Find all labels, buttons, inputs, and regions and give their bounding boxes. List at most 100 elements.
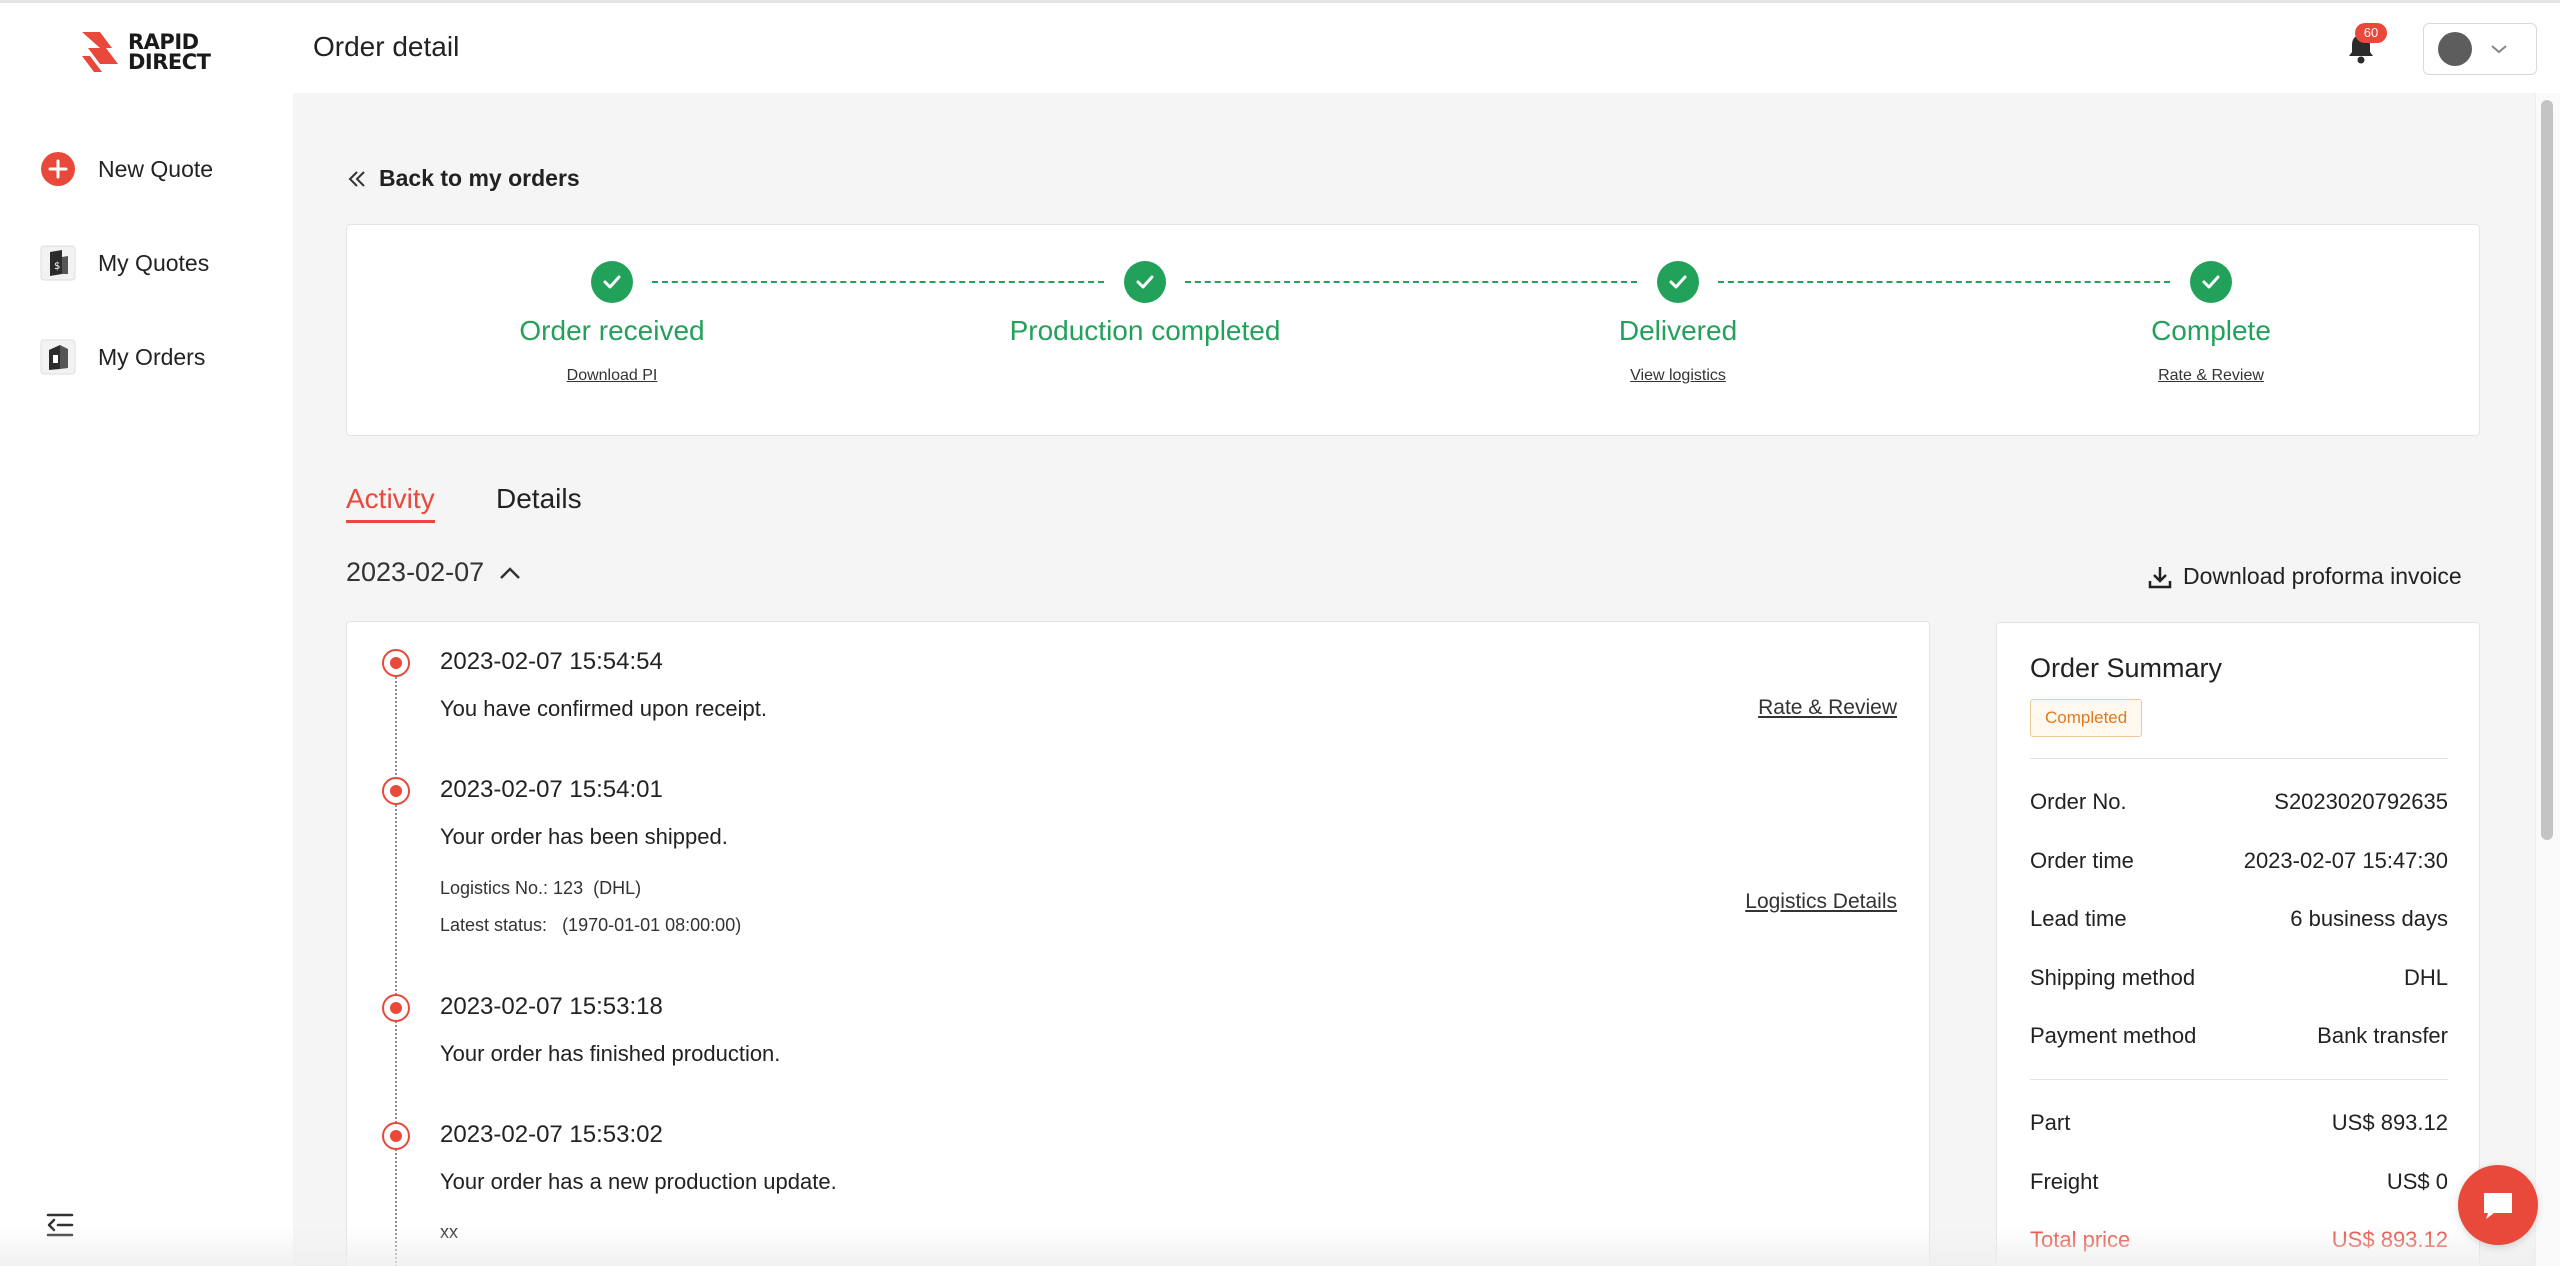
- download-proforma-invoice-button[interactable]: Download proforma invoice: [2147, 563, 2462, 590]
- row-value: Bank transfer: [2317, 1023, 2448, 1048]
- summary-row-payment-method: Payment method Bank transfer: [2030, 1023, 2448, 1049]
- divider: [2030, 1079, 2448, 1080]
- summary-title: Order Summary: [2030, 653, 2223, 683]
- row-value: DHL: [2403, 965, 2448, 990]
- timeline-dot: [382, 1122, 410, 1150]
- double-chevron-left-icon: [348, 170, 365, 187]
- rate-review-link[interactable]: Rate & Review: [1758, 696, 1897, 720]
- brand-wordmark: RAPID DIRECT: [128, 32, 211, 74]
- top-header: Order detail 60: [293, 3, 2560, 93]
- logistics-details-link[interactable]: Logistics Details: [1745, 890, 1897, 914]
- summary-row-shipping-method: Shipping method DHL: [2030, 965, 2448, 991]
- logistics-number: Logistics No.: 123 (DHL): [440, 878, 642, 898]
- timeline-dot: [382, 777, 410, 805]
- notification-count-badge: 60: [2355, 23, 2387, 43]
- step-delivered: Delivered View logistics: [1508, 261, 1848, 385]
- activity-date-toggle[interactable]: 2023-02-07: [346, 557, 522, 588]
- view-logistics-link[interactable]: View logistics: [1630, 367, 1726, 385]
- step-production-completed: Production completed: [975, 261, 1315, 347]
- order-progress-tracker: Order received Download PI Production co…: [346, 224, 2480, 436]
- step-label: Complete: [2151, 315, 2271, 346]
- event-message: Your order has been shipped.: [440, 824, 728, 849]
- chat-bubble-icon: [2484, 1193, 2512, 1219]
- rapid-direct-logo-icon: [82, 32, 118, 72]
- activity-timeline: 2023-02-07 15:54:54 You have confirmed u…: [346, 621, 1930, 1266]
- row-value: S2023020792635: [2274, 789, 2448, 814]
- avatar: [2438, 32, 2472, 66]
- sidebar: RAPID DIRECT New Quote $ My Quotes My Or…: [0, 3, 293, 1266]
- sidebar-item-label: My Quotes: [98, 249, 210, 276]
- step-label: Order received: [519, 315, 705, 346]
- row-value: US$ 0: [2386, 1169, 2448, 1194]
- row-label: Lead time: [2030, 906, 2127, 931]
- chevron-up-icon: [500, 566, 521, 579]
- step-complete: Complete Rate & Review: [2041, 261, 2381, 385]
- summary-row-order-no: Order No. S2023020792635: [2030, 789, 2448, 815]
- check-circle-icon: [591, 261, 633, 303]
- summary-row-freight: Freight US$ 0: [2030, 1169, 2448, 1195]
- row-label: Total price: [2030, 1227, 2131, 1252]
- summary-row-order-time: Order time 2023-02-07 15:47:30: [2030, 848, 2448, 874]
- row-value: US$ 893.12: [2331, 1110, 2448, 1135]
- event-time: 2023-02-07 15:53:18: [440, 993, 663, 1020]
- sidebar-item-label: My Orders: [98, 343, 206, 370]
- check-circle-icon: [2190, 261, 2232, 303]
- chevron-down-icon: [2491, 45, 2507, 54]
- order-summary-card: Order Summary Completed Order No. S20230…: [1996, 622, 2480, 1266]
- row-label: Payment method: [2030, 1023, 2197, 1048]
- scrollbar-thumb[interactable]: [2541, 100, 2553, 840]
- download-invoice-label: Download proforma invoice: [2183, 563, 2462, 589]
- step-label: Production completed: [1009, 315, 1281, 346]
- step-order-received: Order received Download PI: [442, 261, 782, 385]
- user-menu-dropdown[interactable]: [2423, 23, 2537, 75]
- order-box-icon: [38, 337, 78, 377]
- timeline-dot: [382, 649, 410, 677]
- back-to-orders-link[interactable]: Back to my orders: [347, 165, 580, 192]
- download-pi-link[interactable]: Download PI: [567, 367, 658, 385]
- row-label: Shipping method: [2030, 965, 2196, 990]
- status-badge: Completed: [2030, 699, 2143, 737]
- event-message: Your order has a new production update.: [440, 1169, 837, 1194]
- latest-status: Latest status: (1970-01-01 08:00:00): [440, 915, 742, 935]
- event-message: Your order has finished production.: [440, 1041, 781, 1066]
- timeline-dot: [382, 994, 410, 1022]
- row-value: 6 business days: [2290, 906, 2448, 931]
- tab-activity[interactable]: Activity: [346, 483, 435, 523]
- event-time: 2023-02-07 15:53:02: [440, 1121, 663, 1148]
- divider: [2030, 758, 2448, 759]
- row-value: US$ 893.12: [2331, 1227, 2448, 1252]
- collapse-sidebar-icon[interactable]: [44, 1211, 76, 1239]
- sidebar-item-my-orders[interactable]: My Orders: [38, 333, 205, 381]
- download-icon: [2148, 566, 2172, 588]
- row-label: Freight: [2030, 1169, 2099, 1194]
- event-time: 2023-02-07 15:54:54: [440, 648, 663, 675]
- check-circle-icon: [1124, 261, 1166, 303]
- brand-logo[interactable]: RAPID DIRECT: [78, 27, 218, 77]
- event-time: 2023-02-07 15:54:01: [440, 776, 663, 803]
- chat-button[interactable]: [2458, 1165, 2538, 1245]
- activity-date: 2023-02-07: [346, 557, 485, 587]
- row-value: 2023-02-07 15:47:30: [2243, 848, 2448, 873]
- event-note: xx: [440, 1222, 458, 1242]
- svg-text:$: $: [54, 261, 60, 272]
- row-label: Part: [2030, 1110, 2071, 1135]
- page-title: Order detail: [313, 31, 460, 62]
- quote-doc-icon: $: [38, 243, 78, 283]
- row-label: Order time: [2030, 848, 2134, 873]
- plus-circle-icon: [38, 149, 78, 189]
- main-content: Back to my orders Order received Downloa…: [293, 93, 2535, 1266]
- timeline-connector: [395, 662, 397, 1266]
- check-circle-icon: [1657, 261, 1699, 303]
- tab-details[interactable]: Details: [496, 483, 582, 515]
- step-label: Delivered: [1618, 315, 1738, 346]
- brand-line-2: DIRECT: [128, 50, 211, 74]
- row-label: Order No.: [2030, 789, 2127, 814]
- sidebar-item-my-quotes[interactable]: $ My Quotes: [38, 239, 209, 287]
- rate-review-link[interactable]: Rate & Review: [2158, 367, 2264, 385]
- summary-row-lead-time: Lead time 6 business days: [2030, 906, 2448, 932]
- sidebar-item-new-quote[interactable]: New Quote: [38, 145, 213, 193]
- summary-row-part: Part US$ 893.12: [2030, 1110, 2448, 1136]
- back-link-label: Back to my orders: [379, 165, 580, 191]
- summary-row-total-price: Total price US$ 893.12: [2030, 1227, 2448, 1253]
- event-message: You have confirmed upon receipt.: [440, 696, 767, 721]
